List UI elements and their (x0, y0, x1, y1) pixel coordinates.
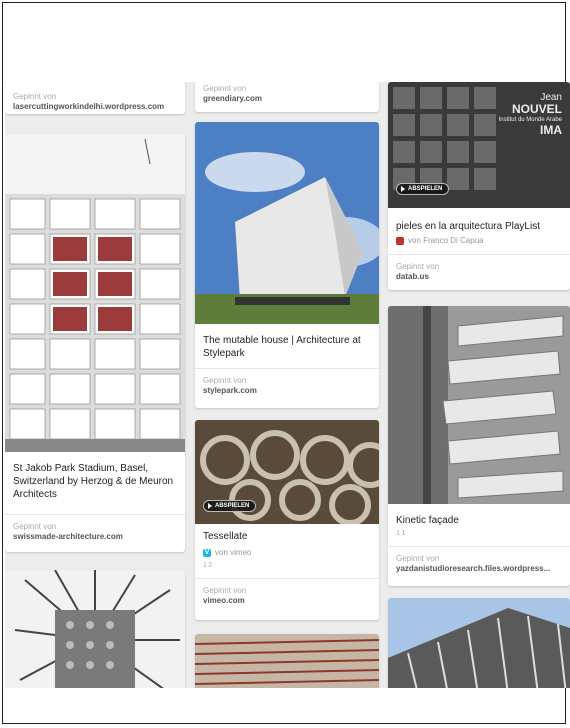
via-label[interactable]: von Franco Di Capua (408, 236, 484, 245)
pin-caption: Kinetic façade (396, 515, 459, 526)
play-label: ABSPIELEN (215, 503, 250, 509)
pin-kinetic[interactable]: Kinetic façade 1 1 Gepinnt von yazdanist… (388, 306, 570, 586)
pin-caption: St Jakob Park Stadium, Basel, Switzerlan… (13, 463, 174, 500)
pin-image-roof[interactable] (195, 634, 379, 688)
pin-via: von Franco Di Capua (396, 236, 562, 245)
pin-source-link[interactable]: yazdanistudioresearch.files.wordpress... (396, 564, 564, 574)
pin-roof[interactable] (195, 634, 379, 688)
pin-mutable-house[interactable]: The mutable house | Architecture at Styl… (195, 122, 379, 408)
pinned-by-label: Gepinnt von (396, 262, 440, 271)
pin-meta: Gepinnt von yazdanistudioresearch.files.… (396, 554, 564, 574)
pin-meta: Gepinnt von vimeo.com (203, 586, 373, 606)
stadium-photo (5, 134, 185, 452)
pin-pieles[interactable]: Jean NOUVEL Institut du Monde Arabe IMA … (388, 82, 570, 290)
pin-greendiary[interactable]: Gepinnt von greendiary.com (195, 82, 379, 112)
pin-board: Gepinnt von lasercuttingworkindelhi.word… (5, 82, 570, 688)
pin-source-link[interactable]: lasercuttingworkindelhi.wordpress.com (13, 102, 179, 112)
pin-caption: pieles en la arquitectura PlayList (396, 221, 540, 232)
pin-canopy[interactable] (388, 598, 570, 688)
pin-image-mutable-house[interactable] (195, 122, 379, 324)
pin-image-canopy[interactable] (388, 598, 570, 688)
pin-source-link[interactable]: vimeo.com (203, 596, 373, 606)
pin-tessellate[interactable]: ABSPIELEN Tessellate V von vimeo 1 2 Gep… (195, 420, 379, 620)
roof-photo (195, 634, 379, 688)
pin-via: V von vimeo (203, 548, 371, 557)
play-icon (208, 503, 212, 509)
pin-meta: Gepinnt von stylepark.com (203, 376, 373, 396)
play-button[interactable]: ABSPIELEN (203, 500, 257, 512)
pin-image-kinetic[interactable] (388, 306, 570, 504)
pin-spikes[interactable] (5, 570, 185, 688)
pin-caption: Tessellate (203, 531, 248, 542)
pinned-by-label: Gepinnt von (203, 376, 247, 385)
play-button[interactable]: ABSPIELEN (396, 183, 450, 195)
pinned-by-label: Gepinnt von (203, 84, 247, 93)
pin-caption: The mutable house | Architecture at Styl… (203, 335, 361, 359)
pin-meta: Gepinnt von greendiary.com (203, 84, 373, 104)
pin-stats: 1 2 (203, 562, 213, 569)
pin-lasercutting[interactable]: Gepinnt von lasercuttingworkindelhi.word… (5, 82, 185, 114)
pin-meta: Gepinnt von datab.us (396, 262, 564, 282)
kinetic-photo (388, 306, 570, 504)
play-icon (401, 186, 405, 192)
house-photo (195, 122, 379, 324)
pinned-by-label: Gepinnt von (396, 554, 440, 563)
youtube-icon (396, 236, 404, 245)
pin-source-link[interactable]: greendiary.com (203, 94, 373, 104)
pinned-by-label: Gepinnt von (13, 92, 57, 101)
pin-source-link[interactable]: datab.us (396, 272, 564, 282)
overlay-line: NOUVEL (511, 102, 562, 116)
pin-stadium[interactable]: St Jakob Park Stadium, Basel, Switzerlan… (5, 134, 185, 552)
pin-source-link[interactable]: stylepark.com (203, 386, 373, 396)
pinned-by-label: Gepinnt von (203, 586, 247, 595)
pin-meta: Gepinnt von swissmade-architecture.com (13, 522, 179, 542)
pinned-by-label: Gepinnt von (13, 522, 57, 531)
vimeo-icon: V (203, 548, 211, 557)
spikes-photo (5, 570, 185, 688)
pin-stats: 1 1 (396, 530, 406, 537)
pin-image-spikes[interactable] (5, 570, 185, 688)
overlay-line: IMA (540, 123, 562, 137)
pin-source-link[interactable]: swissmade-architecture.com (13, 532, 179, 542)
via-label[interactable]: von vimeo (215, 548, 251, 557)
canopy-photo (388, 598, 570, 688)
pin-meta: Gepinnt von lasercuttingworkindelhi.word… (13, 92, 179, 112)
play-label: ABSPIELEN (408, 186, 443, 192)
video-title-overlay: Jean NOUVEL Institut du Monde Arabe IMA (499, 92, 562, 137)
pin-image-stadium[interactable] (5, 134, 185, 452)
